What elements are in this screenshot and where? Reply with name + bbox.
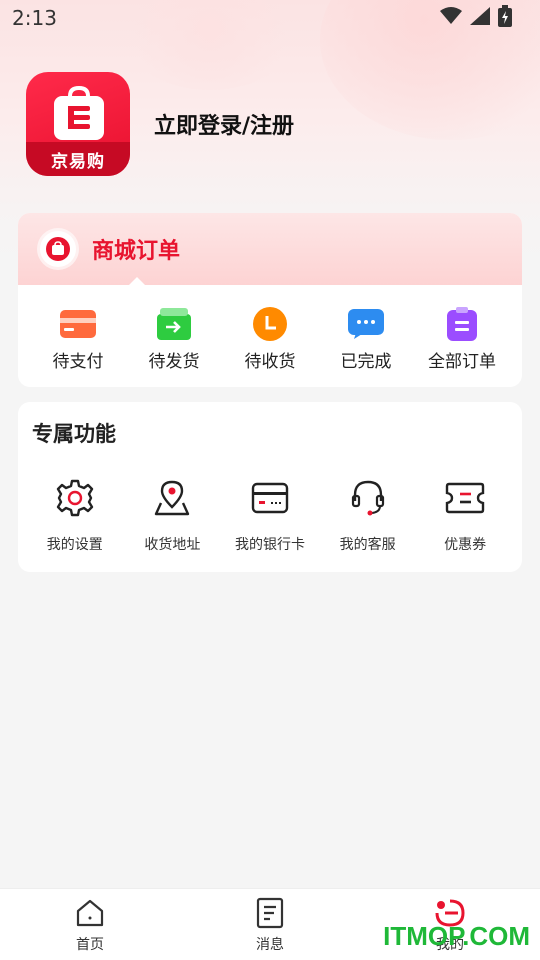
order-pending-receipt[interactable]: 待收货: [222, 307, 318, 372]
home-icon: [73, 896, 107, 930]
customer-service-button[interactable]: 我的客服: [319, 476, 417, 554]
my-settings-button[interactable]: 我的设置: [26, 476, 124, 554]
tab-messages[interactable]: 消息: [210, 896, 330, 954]
coupon-icon: [443, 476, 487, 520]
shipping-address-button[interactable]: 收货地址: [124, 476, 222, 554]
gear-icon: [53, 476, 97, 520]
functions-card: 专属功能 我的设置 收货地址 我的银行卡 我的客服 优惠券: [18, 402, 522, 572]
shop-bag-icon: [40, 231, 76, 267]
battery-icon: [498, 5, 512, 31]
box-arrow-icon: [156, 307, 192, 341]
headset-icon: [346, 476, 390, 520]
bank-card-icon: [248, 476, 292, 520]
status-time: 2:13: [12, 6, 57, 30]
profile-section[interactable]: 京易购 立即登录/注册: [26, 72, 294, 176]
clock-icon: [252, 307, 288, 341]
signal-icon: [470, 7, 490, 29]
watermark: ITMOP.COM: [383, 921, 530, 951]
orders-header[interactable]: 商城订单: [18, 213, 522, 286]
location-pin-icon: [150, 476, 194, 520]
app-logo: 京易购: [26, 72, 130, 176]
card-icon: [60, 307, 96, 341]
status-bar: 2:13: [0, 0, 540, 36]
order-completed[interactable]: 已完成: [318, 307, 414, 372]
orders-title: 商城订单: [92, 239, 181, 264]
bank-card-button[interactable]: 我的银行卡: [221, 476, 319, 554]
wifi-icon: [440, 7, 462, 29]
orders-card: 商城订单 待支付 待发货 待收货 已完成 全部订单: [18, 213, 522, 387]
chat-icon: [348, 307, 384, 341]
functions-title: 专属功能: [32, 422, 116, 446]
coupons-button[interactable]: 优惠券: [416, 476, 514, 554]
order-all[interactable]: 全部订单: [414, 307, 510, 372]
shopping-bag-icon: [54, 86, 104, 140]
login-register-link[interactable]: 立即登录/注册: [154, 108, 294, 140]
logo-text: 京易购: [26, 142, 130, 176]
order-pending-payment[interactable]: 待支付: [30, 307, 126, 372]
functions-list: 我的设置 收货地址 我的银行卡 我的客服 优惠券: [26, 476, 514, 554]
tab-home[interactable]: 首页: [30, 896, 150, 954]
order-status-list: 待支付 待发货 待收货 已完成 全部订单: [18, 285, 522, 372]
message-icon: [253, 896, 287, 930]
clipboard-icon: [444, 307, 480, 341]
order-pending-shipment[interactable]: 待发货: [126, 307, 222, 372]
